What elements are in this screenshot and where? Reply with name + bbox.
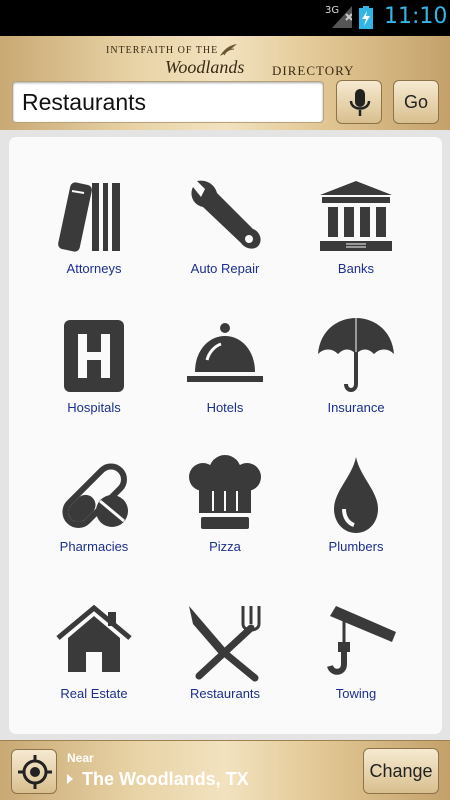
logo-line1: INTERFAITH OF THE <box>106 45 219 56</box>
category-label: Pizza <box>209 539 241 554</box>
disclosure-arrow-icon <box>67 774 73 784</box>
category-hotels[interactable]: Hotels <box>160 316 290 446</box>
current-location[interactable]: The Woodlands, TX <box>82 769 249 790</box>
category-label: Restaurants <box>189 686 261 701</box>
fork-knife-icon <box>189 606 261 682</box>
category-auto-repair[interactable]: Auto Repair <box>160 177 290 307</box>
battery-charging-icon <box>359 6 373 29</box>
category-label: Towing <box>335 686 377 701</box>
microphone-icon <box>349 89 371 116</box>
near-label: Near <box>67 751 94 765</box>
law-books-icon <box>58 182 120 252</box>
app-header: INTERFAITH OF THE Woodlands DIRECTORY Go <box>0 36 450 130</box>
category-restaurants[interactable]: Restaurants <box>160 602 290 732</box>
category-pharmacies[interactable]: Pharmacies <box>29 455 159 585</box>
category-label: Insurance <box>327 400 385 415</box>
category-label: Plumbers <box>328 539 384 554</box>
leaf-icon <box>220 44 237 56</box>
crosshair-icon <box>18 755 52 789</box>
pills-icon <box>62 463 128 528</box>
go-button[interactable]: Go <box>393 80 439 124</box>
category-label: Hotels <box>206 400 244 415</box>
location-footer: Near The Woodlands, TX Change <box>0 740 450 800</box>
category-banks[interactable]: Banks <box>291 177 421 307</box>
category-hospitals[interactable]: Hospitals <box>29 316 159 446</box>
main-area: Attorneys Auto Repair Banks Hospitals Ho… <box>0 130 450 740</box>
wrench-icon <box>191 180 261 249</box>
logo-line2: Woodlands <box>165 57 245 77</box>
clock: 11:10 <box>384 4 448 29</box>
category-label: Banks <box>337 261 375 276</box>
category-panel: Attorneys Auto Repair Banks Hospitals Ho… <box>9 137 442 734</box>
signal-icon <box>332 6 352 28</box>
bank-icon <box>320 181 392 251</box>
umbrella-icon <box>318 318 394 392</box>
category-label: Auto Repair <box>190 261 260 276</box>
hospital-icon <box>64 320 124 392</box>
tow-hook-icon <box>327 606 396 675</box>
category-label: Pharmacies <box>59 539 129 554</box>
category-label: Attorneys <box>66 261 122 276</box>
category-insurance[interactable]: Insurance <box>291 316 421 446</box>
category-real-estate[interactable]: Real Estate <box>29 602 159 732</box>
directory-logo: INTERFAITH OF THE Woodlands DIRECTORY <box>0 43 450 79</box>
logo-line3: DIRECTORY <box>272 63 355 78</box>
category-label: Hospitals <box>67 400 121 415</box>
category-label: Real Estate <box>60 686 128 701</box>
voice-search-button[interactable] <box>336 80 382 124</box>
status-bar: 3G 11:10 <box>0 0 450 36</box>
search-input[interactable] <box>22 88 312 116</box>
category-towing[interactable]: Towing <box>291 602 421 732</box>
water-drop-icon <box>334 457 378 533</box>
locate-me-button[interactable] <box>11 749 57 794</box>
category-pizza[interactable]: Pizza <box>160 455 290 585</box>
category-attorneys[interactable]: Attorneys <box>29 177 159 307</box>
category-plumbers[interactable]: Plumbers <box>291 455 421 585</box>
hotel-bell-icon <box>187 323 263 382</box>
change-location-button[interactable]: Change <box>363 748 439 794</box>
search-box[interactable] <box>12 81 324 123</box>
chef-hat-icon <box>189 455 261 529</box>
house-icon <box>56 604 132 672</box>
